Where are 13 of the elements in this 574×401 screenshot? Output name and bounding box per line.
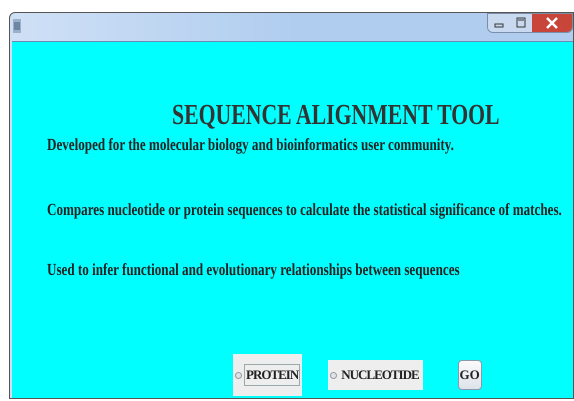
app-title: SEQUENCE ALIGNMENT TOOL <box>172 98 500 133</box>
description-text: Used to infer functional and evolutionary relationships between sequences <box>47 259 460 281</box>
radio-option[interactable]: NUCLEOTIDE <box>328 360 423 390</box>
radio-option[interactable]: PROTEIN <box>233 354 302 396</box>
minimize-icon[interactable] <box>488 14 510 32</box>
close-icon[interactable] <box>532 14 572 32</box>
option-label: NUCLEOTIDE <box>340 366 420 384</box>
description-text: Developed for the molecular biology and bioinformatics user community. <box>47 134 454 156</box>
description-text: Compares nucleotide or protein sequences to calculate the statistical significance of matches. <box>47 199 562 221</box>
app-icon <box>13 19 21 33</box>
maximize-icon[interactable] <box>510 14 532 32</box>
option-label: PROTEIN <box>244 364 300 386</box>
go-button[interactable]: GO <box>458 360 482 390</box>
